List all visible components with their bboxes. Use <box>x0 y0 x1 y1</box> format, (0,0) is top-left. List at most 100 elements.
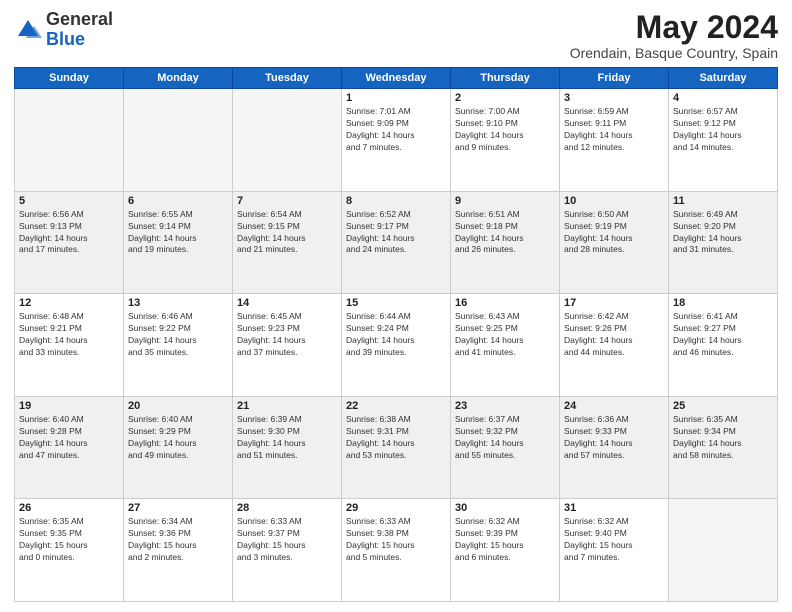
calendar-cell <box>15 89 124 192</box>
calendar-cell: 26 Sunrise: 6:35 AMSunset: 9:35 PMDayligh… <box>15 499 124 602</box>
day-number: 19 <box>19 400 119 412</box>
day-info: Sunrise: 6:41 AMSunset: 9:27 PMDaylight:… <box>673 311 773 359</box>
day-info: Sunrise: 6:36 AMSunset: 9:33 PMDaylight:… <box>564 414 664 462</box>
calendar-cell: 20 Sunrise: 6:40 AMSunset: 9:29 PMDayligh… <box>124 396 233 499</box>
day-number: 7 <box>237 195 337 207</box>
weekday-header: Saturday <box>669 68 778 89</box>
day-info: Sunrise: 6:50 AMSunset: 9:19 PMDaylight:… <box>564 209 664 257</box>
day-info: Sunrise: 6:38 AMSunset: 9:31 PMDaylight:… <box>346 414 446 462</box>
day-number: 8 <box>346 195 446 207</box>
calendar-cell: 9 Sunrise: 6:51 AMSunset: 9:18 PMDaylight… <box>451 191 560 294</box>
day-info: Sunrise: 6:42 AMSunset: 9:26 PMDaylight:… <box>564 311 664 359</box>
day-info: Sunrise: 6:34 AMSunset: 9:36 PMDaylight:… <box>128 516 228 564</box>
day-number: 10 <box>564 195 664 207</box>
calendar-cell: 1 Sunrise: 7:01 AMSunset: 9:09 PMDaylight… <box>342 89 451 192</box>
day-number: 2 <box>455 92 555 104</box>
day-number: 6 <box>128 195 228 207</box>
day-number: 27 <box>128 502 228 514</box>
calendar-cell: 12 Sunrise: 6:48 AMSunset: 9:21 PMDayligh… <box>15 294 124 397</box>
day-info: Sunrise: 6:48 AMSunset: 9:21 PMDaylight:… <box>19 311 119 359</box>
day-number: 21 <box>237 400 337 412</box>
calendar-cell <box>233 89 342 192</box>
day-number: 9 <box>455 195 555 207</box>
calendar-cell: 5 Sunrise: 6:56 AMSunset: 9:13 PMDaylight… <box>15 191 124 294</box>
day-number: 17 <box>564 297 664 309</box>
day-number: 30 <box>455 502 555 514</box>
calendar-cell: 24 Sunrise: 6:36 AMSunset: 9:33 PMDayligh… <box>560 396 669 499</box>
weekday-header: Monday <box>124 68 233 89</box>
day-info: Sunrise: 6:37 AMSunset: 9:32 PMDaylight:… <box>455 414 555 462</box>
calendar-week-row: 5 Sunrise: 6:56 AMSunset: 9:13 PMDaylight… <box>15 191 778 294</box>
day-number: 5 <box>19 195 119 207</box>
day-number: 12 <box>19 297 119 309</box>
logo-blue: Blue <box>46 29 85 49</box>
calendar-cell: 21 Sunrise: 6:39 AMSunset: 9:30 PMDayligh… <box>233 396 342 499</box>
day-info: Sunrise: 6:59 AMSunset: 9:11 PMDaylight:… <box>564 106 664 154</box>
day-number: 24 <box>564 400 664 412</box>
calendar-cell: 15 Sunrise: 6:44 AMSunset: 9:24 PMDayligh… <box>342 294 451 397</box>
location-title: Orendain, Basque Country, Spain <box>570 45 778 61</box>
day-info: Sunrise: 6:43 AMSunset: 9:25 PMDaylight:… <box>455 311 555 359</box>
day-number: 13 <box>128 297 228 309</box>
day-number: 26 <box>19 502 119 514</box>
logo-text: General Blue <box>46 10 113 50</box>
day-info: Sunrise: 7:01 AMSunset: 9:09 PMDaylight:… <box>346 106 446 154</box>
day-info: Sunrise: 7:00 AMSunset: 9:10 PMDaylight:… <box>455 106 555 154</box>
calendar-cell: 17 Sunrise: 6:42 AMSunset: 9:26 PMDayligh… <box>560 294 669 397</box>
calendar-cell: 8 Sunrise: 6:52 AMSunset: 9:17 PMDaylight… <box>342 191 451 294</box>
day-number: 20 <box>128 400 228 412</box>
calendar-cell: 27 Sunrise: 6:34 AMSunset: 9:36 PMDayligh… <box>124 499 233 602</box>
calendar-cell: 16 Sunrise: 6:43 AMSunset: 9:25 PMDayligh… <box>451 294 560 397</box>
day-info: Sunrise: 6:40 AMSunset: 9:29 PMDaylight:… <box>128 414 228 462</box>
day-info: Sunrise: 6:35 AMSunset: 9:34 PMDaylight:… <box>673 414 773 462</box>
day-info: Sunrise: 6:45 AMSunset: 9:23 PMDaylight:… <box>237 311 337 359</box>
calendar-week-row: 1 Sunrise: 7:01 AMSunset: 9:09 PMDaylight… <box>15 89 778 192</box>
day-info: Sunrise: 6:32 AMSunset: 9:39 PMDaylight:… <box>455 516 555 564</box>
day-info: Sunrise: 6:52 AMSunset: 9:17 PMDaylight:… <box>346 209 446 257</box>
day-number: 25 <box>673 400 773 412</box>
day-info: Sunrise: 6:57 AMSunset: 9:12 PMDaylight:… <box>673 106 773 154</box>
day-info: Sunrise: 6:35 AMSunset: 9:35 PMDaylight:… <box>19 516 119 564</box>
header: General Blue May 2024 Orendain, Basque C… <box>14 10 778 61</box>
day-info: Sunrise: 6:56 AMSunset: 9:13 PMDaylight:… <box>19 209 119 257</box>
day-number: 3 <box>564 92 664 104</box>
calendar-week-row: 12 Sunrise: 6:48 AMSunset: 9:21 PMDayligh… <box>15 294 778 397</box>
day-info: Sunrise: 6:44 AMSunset: 9:24 PMDaylight:… <box>346 311 446 359</box>
logo: General Blue <box>14 10 113 50</box>
day-number: 31 <box>564 502 664 514</box>
calendar-cell: 25 Sunrise: 6:35 AMSunset: 9:34 PMDayligh… <box>669 396 778 499</box>
weekday-header: Sunday <box>15 68 124 89</box>
weekday-header: Thursday <box>451 68 560 89</box>
calendar-cell: 31 Sunrise: 6:32 AMSunset: 9:40 PMDayligh… <box>560 499 669 602</box>
day-number: 16 <box>455 297 555 309</box>
calendar-cell: 23Sunrise: 6:37 AMSunset: 9:32 PMDayligh… <box>451 396 560 499</box>
day-info: Sunrise: 6:51 AMSunset: 9:18 PMDaylight:… <box>455 209 555 257</box>
day-info: Sunrise: 6:33 AMSunset: 9:38 PMDaylight:… <box>346 516 446 564</box>
day-number: 28 <box>237 502 337 514</box>
calendar-cell: 28Sunrise: 6:33 AMSunset: 9:37 PMDayligh… <box>233 499 342 602</box>
calendar-cell: 4Sunrise: 6:57 AMSunset: 9:12 PMDaylight… <box>669 89 778 192</box>
day-info: Sunrise: 6:40 AMSunset: 9:28 PMDaylight:… <box>19 414 119 462</box>
calendar-cell: 2 Sunrise: 7:00 AMSunset: 9:10 PMDaylight… <box>451 89 560 192</box>
day-info: Sunrise: 6:39 AMSunset: 9:30 PMDaylight:… <box>237 414 337 462</box>
calendar-cell: 18Sunrise: 6:41 AMSunset: 9:27 PMDayligh… <box>669 294 778 397</box>
calendar-cell: 19 Sunrise: 6:40 AMSunset: 9:28 PMDayligh… <box>15 396 124 499</box>
day-info: Sunrise: 6:46 AMSunset: 9:22 PMDaylight:… <box>128 311 228 359</box>
calendar-cell <box>124 89 233 192</box>
weekday-header: Friday <box>560 68 669 89</box>
logo-icon <box>14 16 42 44</box>
day-info: Sunrise: 6:32 AMSunset: 9:40 PMDaylight:… <box>564 516 664 564</box>
day-number: 15 <box>346 297 446 309</box>
day-number: 1 <box>346 92 446 104</box>
day-info: Sunrise: 6:55 AMSunset: 9:14 PMDaylight:… <box>128 209 228 257</box>
calendar-week-row: 19 Sunrise: 6:40 AMSunset: 9:28 PMDayligh… <box>15 396 778 499</box>
calendar-week-row: 26 Sunrise: 6:35 AMSunset: 9:35 PMDayligh… <box>15 499 778 602</box>
day-number: 11 <box>673 195 773 207</box>
calendar-cell: 14Sunrise: 6:45 AMSunset: 9:23 PMDayligh… <box>233 294 342 397</box>
day-number: 22 <box>346 400 446 412</box>
day-info: Sunrise: 6:54 AMSunset: 9:15 PMDaylight:… <box>237 209 337 257</box>
day-number: 29 <box>346 502 446 514</box>
page: General Blue May 2024 Orendain, Basque C… <box>0 0 792 612</box>
logo-general: General <box>46 9 113 29</box>
calendar-cell: 30 Sunrise: 6:32 AMSunset: 9:39 PMDayligh… <box>451 499 560 602</box>
